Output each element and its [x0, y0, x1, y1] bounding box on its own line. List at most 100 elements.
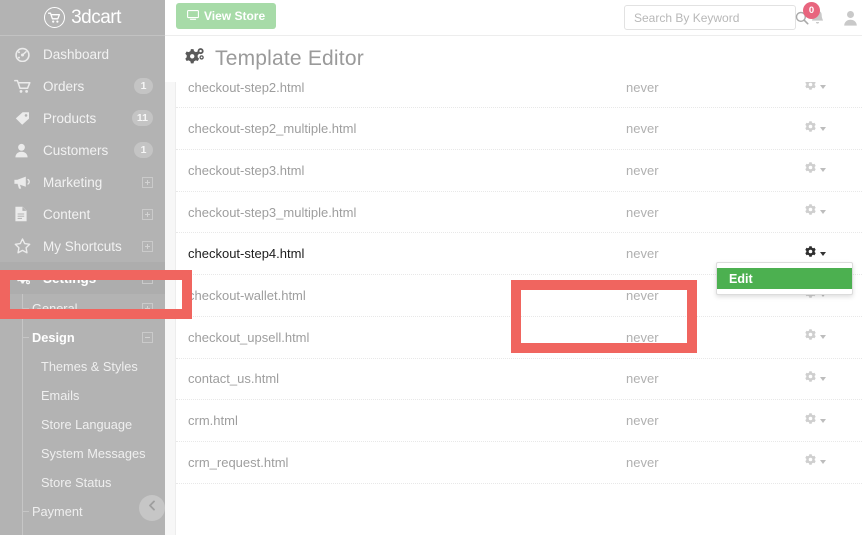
sidebar-item-label: Store Status — [41, 475, 112, 490]
template-modified: never — [626, 162, 659, 178]
row-actions-button[interactable] — [804, 203, 826, 221]
table-row[interactable]: checkout-step3_multiple.html never — [176, 192, 862, 234]
sidebar-item-store-status[interactable]: Store Status — [0, 468, 165, 497]
tree-branch-line — [23, 337, 29, 338]
template-filename: checkout_upsell.html — [188, 329, 310, 345]
user-avatar-icon — [843, 11, 858, 30]
tree-branch-line — [23, 308, 29, 309]
gear-icon — [804, 245, 817, 263]
chevron-down-icon — [820, 210, 826, 215]
sidebar-item-products[interactable]: Products 11 — [0, 102, 165, 134]
table-row[interactable]: crm_request.html never — [176, 442, 862, 484]
user-icon — [14, 142, 34, 158]
sidebar-item-label: Design — [32, 330, 75, 345]
sidebar-item-my-shortcuts[interactable]: My Shortcuts — [0, 230, 165, 262]
row-actions-button[interactable] — [804, 370, 826, 388]
template-modified: never — [626, 454, 659, 470]
template-modified: never — [626, 246, 659, 262]
sidebar: 3dcart Dashboard Orders 1 Products 11 Cu… — [0, 0, 165, 535]
arrow-left-circle-icon — [146, 499, 159, 517]
document-icon — [14, 206, 34, 222]
sidebar-item-themes-styles[interactable]: Themes & Styles — [0, 352, 165, 381]
sidebar-item-customers[interactable]: Customers 1 — [0, 134, 165, 166]
tree-branch-line — [23, 511, 29, 512]
chevron-expand-icon[interactable] — [142, 176, 153, 188]
gear-icon — [804, 370, 817, 388]
tag-icon — [14, 110, 34, 126]
sidebar-item-label: My Shortcuts — [43, 238, 122, 254]
brand-logo[interactable]: 3dcart — [0, 0, 165, 36]
gear-icon — [804, 120, 817, 138]
chevron-expand-icon[interactable] — [142, 303, 153, 314]
sidebar-item-general[interactable]: General — [0, 294, 165, 323]
table-row[interactable]: checkout_upsell.html never — [176, 317, 862, 359]
template-modified: never — [626, 204, 659, 220]
template-filename: checkout-step3.html — [188, 162, 305, 178]
row-actions-button[interactable] — [804, 161, 826, 179]
page-header: Template Editor — [165, 36, 862, 82]
search-box[interactable] — [624, 5, 809, 30]
table-row[interactable]: crm.html never — [176, 400, 862, 442]
main-content: checkout-step1.html never checkout-step2… — [165, 36, 862, 535]
table-row-selected[interactable]: checkout-step4.html never Edit — [176, 233, 862, 296]
template-modified: never — [626, 287, 659, 303]
sidebar-collapse-button[interactable] — [139, 495, 165, 521]
row-actions-dropdown[interactable]: Edit — [716, 262, 853, 296]
chevron-expand-icon[interactable] — [142, 240, 153, 252]
row-actions-button[interactable] — [804, 453, 826, 471]
gear-icon — [804, 203, 817, 221]
notification-count-badge: 0 — [803, 2, 820, 19]
chevron-expand-icon[interactable] — [142, 208, 153, 220]
chevron-collapse-icon[interactable] — [142, 332, 153, 343]
sidebar-item-label: Settings — [43, 270, 97, 286]
table-row[interactable]: checkout-step3.html never — [176, 150, 862, 192]
template-modified: never — [626, 413, 659, 429]
sidebar-item-label: Products — [43, 110, 97, 126]
gear-icon — [804, 161, 817, 179]
template-filename: checkout-step2_multiple.html — [188, 121, 357, 137]
notifications-button[interactable]: 0 — [803, 2, 829, 29]
view-store-button[interactable]: View Store — [176, 3, 277, 29]
dashboard-gauge-icon — [14, 46, 34, 62]
settings-submenu: General Design Themes & Styles Emails St… — [0, 294, 165, 535]
sidebar-item-shipping[interactable]: Shipping — [0, 526, 165, 535]
row-actions-button[interactable] — [804, 120, 826, 138]
row-actions-button[interactable] — [804, 412, 826, 430]
sidebar-item-system-messages[interactable]: System Messages — [0, 439, 165, 468]
chevron-down-icon — [820, 335, 826, 340]
gears-icon — [185, 47, 206, 71]
search-input[interactable] — [625, 6, 795, 29]
sidebar-item-marketing[interactable]: Marketing — [0, 166, 165, 198]
template-modified: never — [626, 121, 659, 137]
sidebar-item-label: Customers — [43, 142, 109, 158]
shopping-cart-icon — [14, 78, 34, 94]
sidebar-item-content[interactable]: Content — [0, 198, 165, 230]
sidebar-item-label: Store Language — [41, 417, 133, 432]
chevron-collapse-icon[interactable] — [142, 272, 153, 284]
customers-badge: 1 — [134, 142, 153, 158]
sidebar-item-label: System Messages — [41, 446, 146, 461]
table-row[interactable]: checkout-step2_multiple.html never — [176, 108, 862, 151]
chevron-down-icon — [820, 168, 826, 173]
template-filename: checkout-wallet.html — [188, 287, 306, 303]
dropdown-item-edit[interactable]: Edit — [717, 268, 852, 290]
row-actions-button[interactable] — [804, 245, 826, 263]
template-filename: crm_request.html — [188, 454, 289, 470]
chevron-down-icon — [820, 126, 826, 131]
row-actions-button[interactable] — [804, 328, 826, 346]
sidebar-item-dashboard[interactable]: Dashboard — [0, 38, 165, 70]
sidebar-item-orders[interactable]: Orders 1 — [0, 70, 165, 102]
sidebar-item-design[interactable]: Design — [0, 323, 165, 352]
sidebar-item-label: Dashboard — [43, 46, 110, 62]
sidebar-item-label: Orders — [43, 78, 85, 94]
shopping-cart-icon — [44, 7, 66, 28]
template-filename: checkout-step3_multiple.html — [188, 204, 357, 220]
gear-icon — [804, 328, 817, 346]
brand-name: 3dcart — [71, 6, 121, 28]
table-row[interactable]: contact_us.html never — [176, 359, 862, 401]
sidebar-nav: Dashboard Orders 1 Products 11 Customers… — [0, 36, 165, 535]
sidebar-item-settings[interactable]: Settings — [0, 262, 165, 294]
user-menu-button[interactable] — [843, 10, 858, 31]
sidebar-item-store-language[interactable]: Store Language — [0, 410, 165, 439]
sidebar-item-emails[interactable]: Emails — [0, 381, 165, 410]
